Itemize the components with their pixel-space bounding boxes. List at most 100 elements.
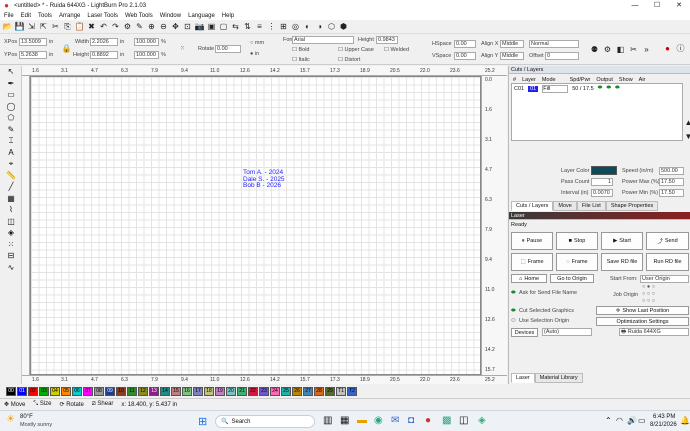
move-down-icon[interactable]: ▼	[684, 132, 690, 141]
import-icon[interactable]: ⇲	[27, 22, 36, 31]
maximize-button[interactable]: ☐	[646, 0, 668, 11]
excel-icon[interactable]: ▩	[442, 415, 451, 426]
status-move[interactable]: ✥ Move	[4, 401, 25, 408]
palette-swatch[interactable]: 04	[50, 386, 60, 396]
settings-icon[interactable]: ⚙	[123, 22, 132, 31]
wifi-icon[interactable]: ◠	[616, 416, 623, 425]
home-button[interactable]: ⌂ Home	[511, 274, 547, 283]
laser-settings-icon[interactable]: ⚙	[603, 45, 612, 54]
flip-v-icon[interactable]: ⇅	[243, 22, 252, 31]
palette-swatch[interactable]: 14	[160, 386, 170, 396]
file-explorer-icon[interactable]: ▬	[357, 415, 367, 426]
italic-check[interactable]: ☐ Italic	[292, 57, 310, 63]
devices-button[interactable]: Devices	[511, 328, 538, 337]
node-icon[interactable]: ⬡	[327, 22, 336, 31]
palette-swatch[interactable]: 12	[138, 386, 148, 396]
layer-color-swatch[interactable]	[591, 166, 617, 175]
palette-swatch[interactable]: 23	[259, 386, 269, 396]
width-field[interactable]: 2.2026	[90, 38, 118, 46]
show-last-position-button[interactable]: ✛ Show Last Position	[596, 306, 689, 315]
job-origin-radio-grid[interactable]: ○ ● ○ ○ ○ ○ ○ ○ ○	[642, 284, 655, 305]
distribute-icon[interactable]: ⋮	[267, 22, 276, 31]
taskbar-search[interactable]: 🔍 Search	[215, 415, 315, 428]
palette-swatch[interactable]: 03	[39, 386, 49, 396]
output-toggle-icon[interactable]: ⬬	[598, 85, 603, 92]
palette-swatch[interactable]: 17	[193, 386, 203, 396]
palette-swatch[interactable]: 29	[325, 386, 335, 396]
palette-swatch[interactable]: T1	[336, 386, 346, 396]
rectangle-tool-icon[interactable]: ▭	[0, 89, 22, 101]
flip-h-icon[interactable]: ⇆	[231, 22, 240, 31]
tab-file-list[interactable]: File List	[576, 201, 606, 211]
menu-web-tools[interactable]: Web Tools	[125, 13, 153, 19]
power-max-field[interactable]: 17.50	[659, 178, 684, 186]
palette-swatch[interactable]: 27	[303, 386, 313, 396]
device-icon[interactable]: ◧	[616, 45, 625, 54]
menu-window[interactable]: Window	[160, 13, 181, 19]
status-shear[interactable]: ⧄ Shear	[92, 401, 114, 408]
send-button[interactable]: ⤴ Send	[646, 232, 689, 250]
menu-laser-tools[interactable]: Laser Tools	[87, 13, 118, 19]
optimization-settings-button[interactable]: Optimization Settings	[596, 317, 689, 326]
palette-swatch[interactable]: 07	[83, 386, 93, 396]
chevron-icon[interactable]: »	[642, 45, 651, 54]
height-percent-field[interactable]: 100.000	[134, 51, 159, 59]
grid-tool-icon[interactable]: ▦	[0, 193, 22, 205]
weld-icon[interactable]: ◑	[315, 22, 324, 31]
paste-icon[interactable]: 📋	[75, 22, 85, 31]
layer-tool-icon[interactable]: ◫	[0, 216, 22, 228]
palette-swatch[interactable]: 05	[61, 386, 71, 396]
ask-filename-toggle[interactable]: ⬬	[511, 290, 516, 297]
speed-field[interactable]: 500.00	[659, 167, 684, 175]
pass-count-field[interactable]: 1	[591, 178, 613, 186]
palette-swatch[interactable]: 28	[314, 386, 324, 396]
group-icon[interactable]: ▣	[207, 22, 216, 31]
notification-icon[interactable]: 🔔	[680, 416, 690, 425]
trim-tool-icon[interactable]: ⌶	[0, 135, 22, 147]
status-size[interactable]: ⤡ Size	[33, 401, 51, 408]
run-rd-button[interactable]: Run RD file	[646, 253, 689, 271]
volume-icon[interactable]: 🔊	[627, 416, 637, 425]
bold-check[interactable]: ☐ Bold	[292, 47, 309, 53]
vspace-field[interactable]: 0.00	[454, 52, 476, 60]
offset-field[interactable]: 0	[545, 52, 579, 60]
status-rotate[interactable]: ⟳ Rotate	[60, 401, 84, 408]
air-toggle-icon[interactable]: ⬬	[615, 85, 620, 92]
width-percent-field[interactable]: 100.000	[134, 38, 159, 46]
row-mode[interactable]: Fill	[542, 84, 569, 93]
undo-icon[interactable]: ↶	[99, 22, 108, 31]
circle-array-icon[interactable]: ◎	[291, 22, 300, 31]
lock-icon[interactable]: 🔒	[62, 44, 72, 53]
tab-laser[interactable]: Laser	[511, 373, 535, 383]
shape-tool-icon[interactable]: ◈	[0, 227, 22, 239]
redo-icon[interactable]: ↷	[111, 22, 120, 31]
tab-material-library[interactable]: Material Library	[534, 373, 583, 383]
welded-check[interactable]: ☐ Welded	[384, 47, 409, 53]
go-to-origin-button[interactable]: Go to Origin	[550, 274, 594, 283]
align-y-select[interactable]: Middle	[500, 52, 524, 60]
pen-tool-icon[interactable]: ✒	[0, 78, 22, 90]
mail-icon[interactable]: ✉	[391, 415, 399, 426]
store-icon[interactable]: ◫	[459, 415, 468, 426]
zoom-in-icon[interactable]: ⊕	[147, 22, 156, 31]
ungroup-icon[interactable]: ▢	[219, 22, 228, 31]
curve-tool-icon[interactable]: ∿	[0, 262, 22, 274]
open-icon[interactable]: 📂	[3, 22, 13, 31]
position-tool-icon[interactable]: ⌖	[0, 158, 22, 170]
start-from-select[interactable]: User Origin	[640, 275, 689, 283]
palette-swatch[interactable]: 20	[226, 386, 236, 396]
offset-icon[interactable]: ⬢	[339, 22, 348, 31]
palette-swatch[interactable]: 21	[237, 386, 247, 396]
weather-icon[interactable]: ☀	[6, 414, 15, 425]
task-view-icon[interactable]: ▥	[323, 415, 332, 426]
palette-swatch[interactable]: T2	[347, 386, 357, 396]
tab-tool-icon[interactable]: ⊟	[0, 250, 22, 262]
start-button[interactable]: ▶ Start	[601, 232, 643, 250]
user-icon[interactable]: ⚉	[590, 45, 599, 54]
palette-swatch[interactable]: 08	[94, 386, 104, 396]
unit-mm-radio[interactable]: ○ mm	[250, 40, 264, 46]
tray-chevron-icon[interactable]: ⌃	[605, 416, 612, 425]
zoom-fit-icon[interactable]: ⊡	[183, 22, 192, 31]
menu-help[interactable]: Help	[222, 13, 234, 19]
font-field[interactable]: Arial	[292, 36, 354, 44]
